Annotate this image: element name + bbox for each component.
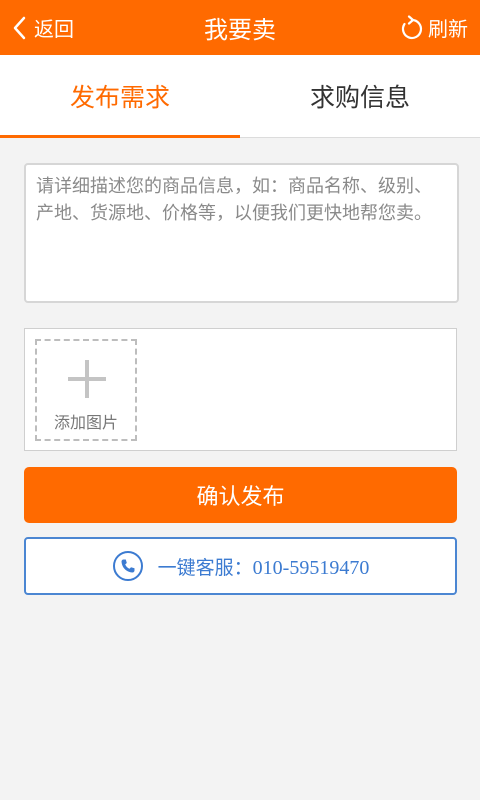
tab-publish-demand[interactable]: 发布需求: [0, 55, 240, 138]
back-label: 返回: [34, 17, 74, 41]
service-label: 一键客服：: [157, 556, 253, 579]
plus-icon: [68, 360, 106, 398]
confirm-publish-button[interactable]: 确认发布: [24, 467, 457, 523]
add-image-label: 添加图片: [53, 413, 118, 432]
chevron-left-icon: [13, 16, 26, 39]
tab-purchase-info[interactable]: 求购信息: [240, 55, 480, 137]
add-image-button[interactable]: 添加图片: [35, 339, 137, 441]
back-button[interactable]: 返回: [12, 0, 74, 55]
customer-service-button[interactable]: 一键客服：010-59519470: [24, 537, 457, 595]
image-upload-area: 添加图片: [24, 328, 457, 451]
tab-bar: 发布需求 求购信息: [0, 55, 480, 138]
phone-icon: [112, 551, 143, 581]
refresh-button[interactable]: 刷新: [400, 0, 468, 55]
refresh-icon: [401, 14, 423, 39]
refresh-label: 刷新: [428, 17, 468, 41]
app-header: 返回 我要卖 刷新: [0, 0, 480, 55]
description-input[interactable]: [24, 163, 459, 303]
service-phone: 010-59519470: [252, 556, 370, 579]
